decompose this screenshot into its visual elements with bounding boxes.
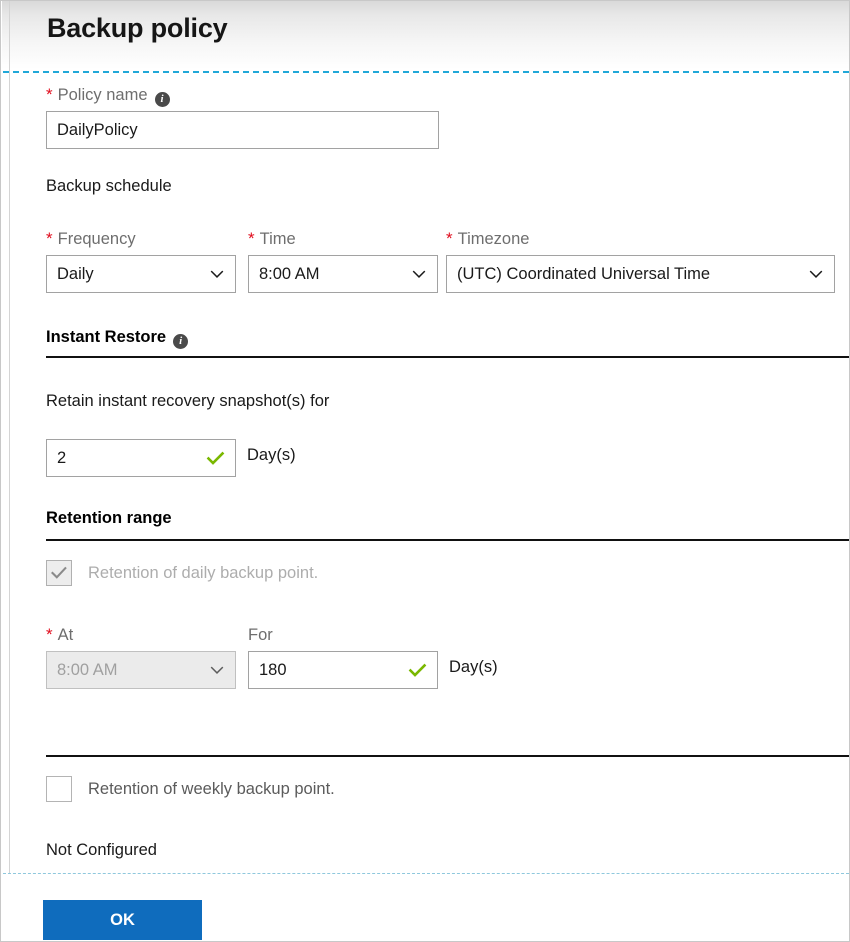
weekly-backup-status: Not Configured xyxy=(46,841,157,859)
policy-name-label-text: Policy name xyxy=(57,86,148,104)
info-icon[interactable]: i xyxy=(173,334,189,349)
for-days-unit: Day(s) xyxy=(449,658,498,676)
frequency-label-text: Frequency xyxy=(57,230,136,248)
policy-name-value: DailyPolicy xyxy=(57,120,138,139)
time-value: 8:00 AM xyxy=(259,264,320,283)
required-marker: * xyxy=(46,625,53,644)
at-value: 8:00 AM xyxy=(57,660,118,679)
daily-backup-checkbox-label: Retention of daily backup point. xyxy=(88,563,319,582)
chevron-down-icon xyxy=(209,662,225,678)
timezone-label-text: Timezone xyxy=(457,230,530,248)
timezone-dropdown[interactable]: (UTC) Coordinated Universal Time xyxy=(446,255,835,293)
chevron-down-icon xyxy=(808,266,824,282)
at-label: * At xyxy=(46,625,73,645)
retention-range-divider xyxy=(46,539,849,541)
backup-policy-blade: Backup policy * Policy name i Daily Policy … xyxy=(0,0,850,942)
instant-restore-heading-text: Instant Restore xyxy=(46,328,167,346)
weekly-backup-divider xyxy=(46,755,849,757)
backup-schedule-heading: Backup schedule xyxy=(46,177,172,195)
green-check-icon xyxy=(408,661,427,680)
timezone-value: (UTC) Coordinated Universal Time xyxy=(457,264,711,283)
retain-snapshot-label: Retain instant recovery snapshot(s) for xyxy=(46,392,330,410)
page-title: Backup policy xyxy=(47,13,228,43)
policy-name-label: * Policy name i xyxy=(46,85,170,107)
instant-restore-divider xyxy=(46,356,849,358)
required-marker: * xyxy=(46,229,53,248)
frequency-dropdown[interactable]: Daily xyxy=(46,255,236,293)
required-marker: * xyxy=(46,85,53,104)
frequency-value: Daily xyxy=(57,264,94,283)
policy-form: * Policy name i DailyPolicy Backup schedul… xyxy=(10,73,849,871)
weekly-backup-checkbox-row[interactable]: Retention of weekly backup point. xyxy=(46,776,335,802)
time-dropdown[interactable]: 8:00 AM xyxy=(248,255,438,293)
policy-name-input[interactable]: DailyPolicy xyxy=(46,111,439,149)
chevron-down-icon xyxy=(411,266,427,282)
instant-restore-days-input[interactable]: 2 xyxy=(46,439,236,477)
for-label-text: For xyxy=(248,626,273,644)
time-label-text: Time xyxy=(259,230,296,248)
timezone-label: * Timezone xyxy=(446,229,529,249)
blade-header: Backup policy xyxy=(2,1,849,69)
for-days-input[interactable]: 180 xyxy=(248,651,438,689)
daily-backup-checkbox-row[interactable]: Retention of daily backup point. xyxy=(46,560,318,586)
weekly-backup-checkbox[interactable] xyxy=(46,776,72,802)
at-dropdown: 8:00 AM xyxy=(46,651,236,689)
instant-restore-days-value: 2 xyxy=(57,448,67,467)
info-icon[interactable]: i xyxy=(154,92,170,107)
green-check-icon xyxy=(206,449,225,468)
instant-restore-heading: Instant Restore i xyxy=(46,328,189,349)
weekly-backup-checkbox-label: Retention of weekly backup point. xyxy=(88,779,335,798)
chevron-down-icon xyxy=(209,266,225,282)
ok-button[interactable]: OK xyxy=(43,900,202,940)
time-label: * Time xyxy=(248,229,296,249)
required-marker: * xyxy=(446,229,453,248)
frequency-label: * Frequency xyxy=(46,229,136,249)
blade-footer: OK xyxy=(2,874,849,941)
required-marker: * xyxy=(248,229,255,248)
instant-restore-days-unit: Day(s) xyxy=(247,446,296,464)
for-days-value: 180 xyxy=(259,660,287,679)
at-label-text: At xyxy=(57,626,74,644)
retention-range-heading: Retention range xyxy=(46,509,172,527)
daily-backup-checkbox[interactable] xyxy=(46,560,72,586)
for-label: For xyxy=(248,625,273,645)
